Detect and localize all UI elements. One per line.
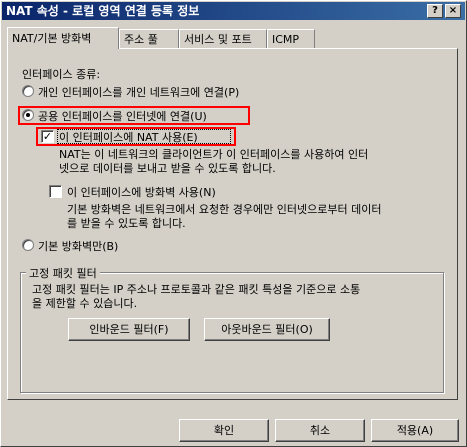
private-interface-radio[interactable] xyxy=(22,85,34,97)
static-filters-description-line2: 을 제한할 수 있습니다. xyxy=(32,297,138,310)
static-filters-title: 고정 패킷 필터 xyxy=(26,265,100,281)
basic-firewall-only-radio[interactable] xyxy=(22,239,34,251)
firewall-checkbox[interactable] xyxy=(49,185,62,198)
nat-label[interactable]: 이 인터페이스에 NAT 사용(E) xyxy=(59,129,198,145)
basic-firewall-only-label[interactable]: 기본 방화벽만(B) xyxy=(38,238,118,254)
tab-panel: 인터페이스 종류: 개인 인터페이스를 개인 네트워크에 연결(P) 공용 인터… xyxy=(7,48,458,400)
firewall-label[interactable]: 이 인터페이스에 방화벽 사용(N) xyxy=(67,184,216,200)
firewall-description-line2: 를 받을 수 있도록 합니다. xyxy=(67,217,186,230)
tab-nat-basic-firewall[interactable]: NAT/기본 방화벽 xyxy=(7,27,119,49)
tab-address-pool[interactable]: 주소 풀 xyxy=(119,29,179,48)
static-filters-description-line1: 고정 패킷 필터는 IP 주소나 프로토콜과 같은 패킷 특성을 기준으로 소통 xyxy=(32,283,361,296)
firewall-description-line1: 기본 방화벽은 네트워크에서 요청한 경우에만 인터넷으로부터 데이터 xyxy=(67,203,382,216)
ok-button[interactable]: 확인 xyxy=(179,419,269,442)
close-button[interactable]: × xyxy=(445,4,461,18)
outbound-filter-button[interactable]: 아웃바운드 필터(O) xyxy=(204,318,330,341)
window-title: NAT 속성 - 로컬 영역 연결 등록 정보 xyxy=(6,4,200,18)
help-button[interactable]: ? xyxy=(427,4,443,18)
nat-description-line2: 넷으로 데이터를 보내고 받을 수 있도록 합니다. xyxy=(59,162,276,175)
nat-checkbox[interactable]: ✓ xyxy=(41,130,54,143)
tab-icmp[interactable]: ICMP xyxy=(267,29,315,48)
tab-services-ports[interactable]: 서비스 및 포트 xyxy=(179,29,267,48)
apply-button[interactable]: 적용(A) xyxy=(371,419,459,442)
properties-dialog: NAT 속성 - 로컬 영역 연결 등록 정보 ? × NAT/기본 방화벽 주… xyxy=(0,0,467,447)
cancel-button[interactable]: 취소 xyxy=(275,419,365,442)
public-interface-label[interactable]: 공용 인터페이스를 인터넷에 연결(U) xyxy=(38,108,207,124)
private-interface-label[interactable]: 개인 인터페이스를 개인 네트워크에 연결(P) xyxy=(38,84,239,100)
inbound-filter-button[interactable]: 인바운드 필터(F) xyxy=(68,318,190,341)
title-bar[interactable]: NAT 속성 - 로컬 영역 연결 등록 정보 ? × xyxy=(2,2,465,20)
interface-type-label: 인터페이스 종류: xyxy=(22,68,101,81)
nat-description-line1: NAT는 이 네트워크의 클라이언트가 이 인터페이스를 사용하여 인터 xyxy=(59,148,369,161)
public-interface-radio[interactable] xyxy=(22,109,34,121)
